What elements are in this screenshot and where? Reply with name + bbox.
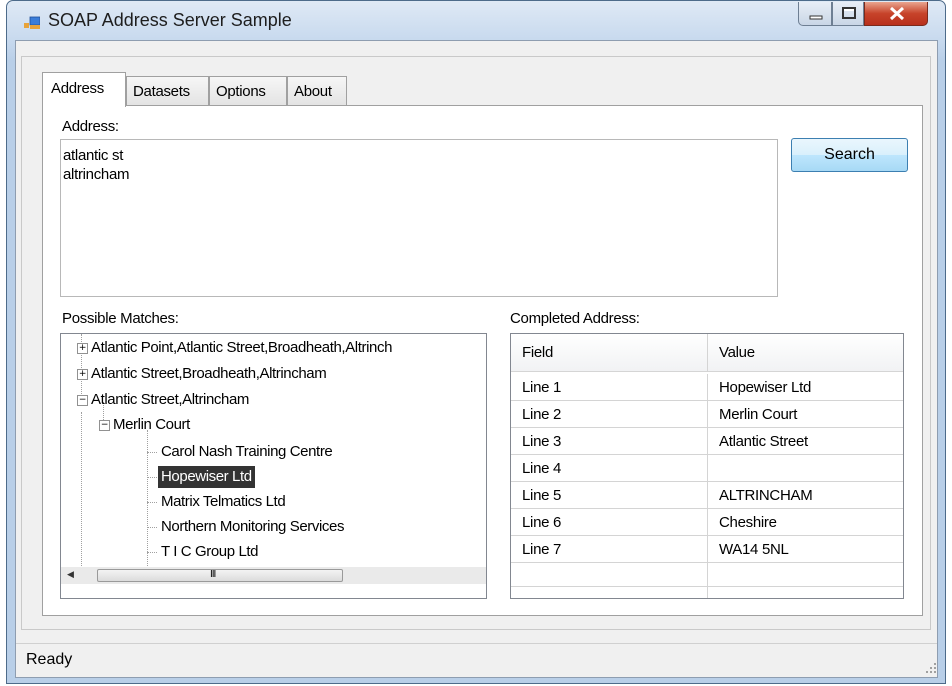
app-icon: [24, 16, 40, 29]
tree-guide: [147, 452, 157, 453]
tree-guide: [147, 430, 148, 566]
status-bar: [16, 643, 937, 676]
tree-item[interactable]: T I C Group Ltd: [161, 541, 259, 563]
close-button[interactable]: [864, 2, 928, 26]
tree-guide: [147, 477, 157, 478]
grid-cell-field[interactable]: Line 7: [511, 536, 708, 563]
address-line-1: atlantic st: [63, 147, 124, 164]
tree-item-selected[interactable]: Hopewiser Ltd: [158, 466, 255, 488]
tree-item-label: Atlantic Point,Atlantic Street,Broadheat…: [91, 339, 393, 356]
grid-cell-field[interactable]: Line 4: [511, 455, 708, 482]
grid-cell-field[interactable]: Line 1: [511, 374, 708, 401]
grid-cell-field[interactable]: Line 3: [511, 428, 708, 455]
search-button[interactable]: Search: [791, 138, 908, 172]
tab-address[interactable]: Address: [42, 72, 126, 107]
scroll-left-icon[interactable]: ◀: [67, 570, 74, 580]
tree-item[interactable]: Northern Monitoring Services: [161, 516, 344, 538]
possible-matches-tree[interactable]: + Atlantic Point,Atlantic Street,Broadhe…: [60, 333, 487, 599]
address-line-2: altrincham: [63, 166, 130, 183]
tree-guide: [147, 502, 157, 503]
collapse-icon[interactable]: −: [99, 420, 110, 431]
close-icon: [889, 6, 905, 21]
window-title: SOAP Address Server Sample: [48, 10, 292, 30]
grid-cell-value[interactable]: Hopewiser Ltd: [708, 374, 903, 401]
grid-cell-value[interactable]: WA14 5NL: [708, 536, 903, 563]
completed-address-grid[interactable]: Field Value Line 1 Hopewiser Ltd Line 2 …: [510, 333, 904, 599]
address-label: Address:: [62, 118, 119, 135]
grid-cell-empty[interactable]: [511, 563, 708, 587]
tab-about[interactable]: About: [287, 76, 347, 106]
tree-item-label: Atlantic Street,Broadheath,Altrincham: [91, 365, 327, 382]
column-header-field[interactable]: Field: [511, 334, 708, 372]
grid-cell-value[interactable]: Atlantic Street: [708, 428, 903, 455]
grid-cell-empty[interactable]: [511, 587, 708, 598]
tree-item[interactable]: Matrix Telmatics Ltd: [161, 491, 286, 513]
completed-address-label: Completed Address:: [510, 310, 640, 327]
grid-cell-value[interactable]: [708, 455, 903, 482]
minimize-button[interactable]: [798, 2, 832, 26]
expand-icon[interactable]: +: [77, 369, 88, 380]
tree-guide: [147, 527, 157, 528]
grid-cell-empty[interactable]: [708, 563, 903, 587]
tree-item-label: Merlin Court: [113, 416, 190, 433]
possible-matches-label: Possible Matches:: [62, 310, 179, 327]
maximize-icon: [842, 7, 856, 19]
tab-options[interactable]: Options: [209, 76, 287, 106]
collapse-icon[interactable]: −: [77, 395, 88, 406]
tab-datasets[interactable]: Datasets: [126, 76, 209, 106]
address-textarea[interactable]: atlantic st altrincham: [60, 139, 778, 297]
tree-item-label: Atlantic Street,Altrincham: [91, 391, 249, 408]
grid-cell-value[interactable]: Cheshire: [708, 509, 903, 536]
status-text: Ready: [26, 651, 73, 668]
minimize-icon: [809, 15, 823, 20]
tree-item[interactable]: Carol Nash Training Centre: [161, 441, 333, 463]
grid-cell-field[interactable]: Line 6: [511, 509, 708, 536]
expand-icon[interactable]: +: [77, 343, 88, 354]
tree-guide: [81, 412, 82, 566]
tree-guide: [147, 552, 157, 553]
grip-icon: III: [210, 569, 216, 580]
grid-cell-value[interactable]: Merlin Court: [708, 401, 903, 428]
grid-cell-field[interactable]: Line 5: [511, 482, 708, 509]
grid-cell-empty[interactable]: [708, 587, 903, 598]
grid-cell-field[interactable]: Line 2: [511, 401, 708, 428]
resize-grip-icon[interactable]: [925, 662, 937, 674]
column-header-value[interactable]: Value: [708, 334, 903, 372]
grid-cell-value[interactable]: ALTRINCHAM: [708, 482, 903, 509]
maximize-button[interactable]: [832, 2, 864, 26]
horizontal-scroll-thumb[interactable]: III: [97, 569, 343, 582]
horizontal-scrollbar[interactable]: ◀ III ▶: [61, 567, 486, 584]
